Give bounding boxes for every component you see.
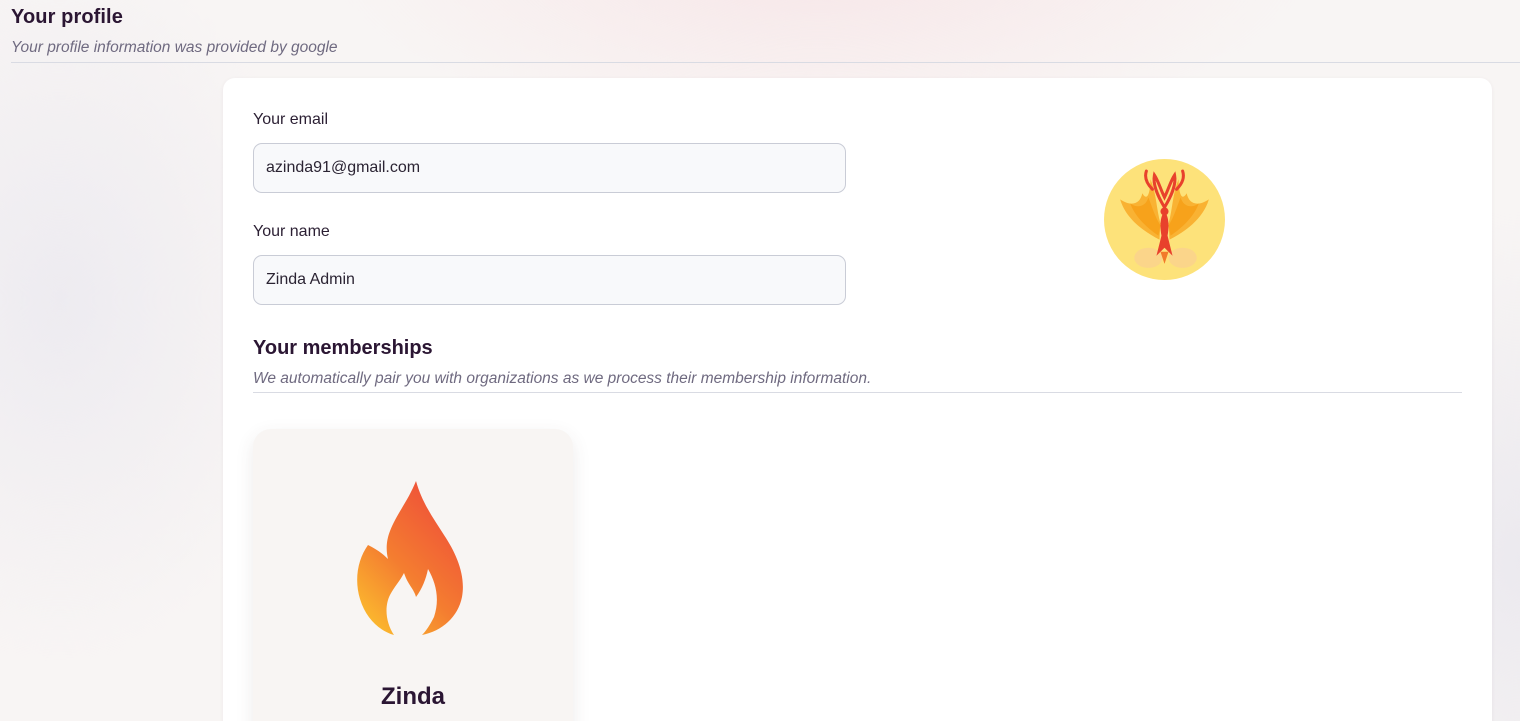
phoenix-avatar-icon (1104, 159, 1225, 280)
memberships-title: Your memberships (253, 337, 433, 359)
phoenix-avatar-graphic (1120, 169, 1209, 268)
profile-card: Your email Your name Your memberships We… (223, 78, 1492, 721)
flame-icon (357, 481, 463, 635)
name-label: Your name (253, 223, 330, 240)
name-field[interactable] (253, 255, 846, 305)
email-label: Your email (253, 111, 329, 128)
page-subtitle: Your profile information was provided by… (11, 39, 338, 56)
memberships-subtitle: We automatically pair you with organizat… (253, 370, 872, 387)
membership-card-zinda[interactable]: Zinda (253, 429, 573, 721)
page-header: Your profile Your profile information wa… (11, 0, 1520, 63)
email-field[interactable] (253, 143, 846, 193)
section-divider (253, 392, 1462, 393)
membership-name: Zinda (381, 683, 445, 710)
page-title: Your profile (11, 6, 123, 28)
